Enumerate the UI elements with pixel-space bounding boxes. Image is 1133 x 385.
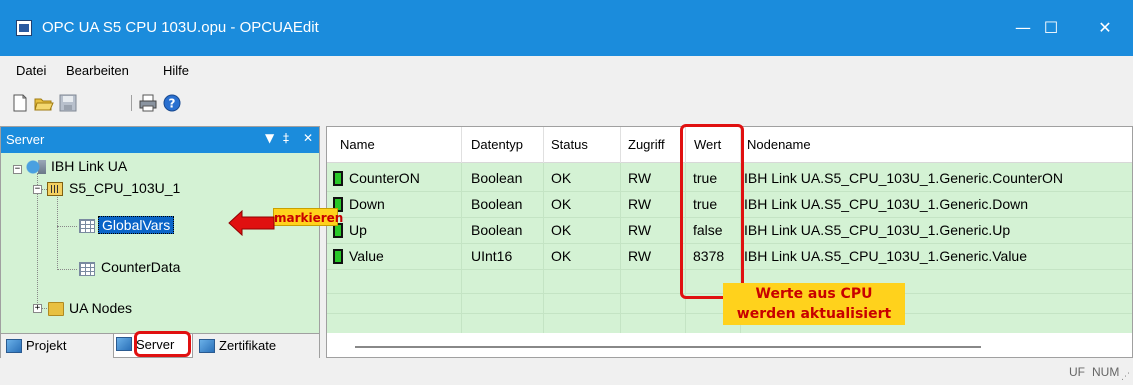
tree-item-s5-cpu[interactable]: S5_CPU_103U_1 [69,178,180,198]
server-pane-header: Server ▼ ‡ ✕ [1,127,319,153]
tree-item-ua-nodes[interactable]: UA Nodes [69,298,132,318]
pin-icon[interactable]: ‡ [283,131,289,145]
cpu-icon [47,182,63,196]
open-icon[interactable] [34,93,54,113]
cell-nodename: IBH Link UA.S5_CPU_103U_1.Generic.Counte… [744,170,1064,186]
collapse-toggle[interactable]: − [33,185,42,194]
tab-label: Zertifikate [219,338,277,353]
new-icon[interactable] [10,93,30,113]
cell-access: RW [628,248,652,264]
tree-line [57,269,77,270]
tree-item-counterdata[interactable]: CounterData [101,257,180,277]
cell-name: Down [349,196,385,212]
title-bar: OPC UA S5 CPU 103U.opu - OPCUAEdit — ☐ ✕ [0,0,1133,56]
expand-toggle[interactable]: + [33,304,42,313]
column-gridline [461,163,462,333]
cell-nodename: IBH Link UA.S5_CPU_103U_1.Generic.Down [744,196,1029,212]
tree-item-ibh-link-ua[interactable]: IBH Link UA [51,156,127,176]
callout-line-1: Werte aus CPU [755,286,873,302]
table-icon [79,219,95,233]
column-header-status[interactable]: Status [551,137,588,152]
cell-type: Boolean [471,196,523,212]
pane-menu-icon[interactable]: ▼ [265,131,274,145]
tree-item-label: GlobalVars [98,216,175,234]
cell-type: UInt16 [471,248,513,264]
column-divider[interactable] [543,127,544,163]
cell-status: OK [551,170,572,186]
variable-icon [333,249,343,264]
status-num: NUM [1092,365,1120,379]
cell-status: OK [551,248,572,264]
tab-projekt[interactable]: Projekt [4,336,66,356]
cell-access: RW [628,170,652,186]
callout-cpu-values: Werte aus CPU werden aktualisiert [723,283,905,325]
server-pane: Server ▼ ‡ ✕ − IBH Link UA − S5_CPU_103U… [0,126,320,358]
server-icon [26,158,46,176]
maximize-button[interactable]: ☐ [1023,0,1079,56]
column-gridline [620,163,621,333]
cell-name: CounterON [349,170,420,186]
column-divider[interactable] [620,127,621,163]
app-icon [16,20,32,36]
project-icon [6,339,22,353]
cell-status: OK [551,196,572,212]
folder-icon [48,302,64,316]
arrow-icon [228,210,275,236]
tree-item-globalvars[interactable]: GlobalVars [98,215,175,235]
callout-markieren: markieren [273,208,343,226]
highlight-server-tab [134,331,191,357]
menu-hilfe[interactable]: Hilfe [163,63,189,78]
table-icon [79,262,95,276]
save-icon[interactable] [58,93,78,113]
svg-text:?: ? [169,97,176,111]
cell-type: Boolean [471,170,523,186]
horizontal-scrollbar[interactable] [355,346,981,348]
server-tree: − IBH Link UA − S5_CPU_103U_1 GlobalVars… [1,153,319,333]
variable-icon [333,171,343,186]
menu-bearbeiten[interactable]: Bearbeiten [66,63,129,78]
tree-line [57,226,77,227]
server-tab-icon [116,337,132,351]
cell-name: Up [349,222,367,238]
cell-access: RW [628,222,652,238]
cell-nodename: IBH Link UA.S5_CPU_103U_1.Generic.Value [744,248,1028,264]
column-divider[interactable] [461,127,462,163]
column-gridline [543,163,544,333]
cell-nodename: IBH Link UA.S5_CPU_103U_1.Generic.Up [744,222,1011,238]
tab-label: Projekt [26,338,67,353]
tab-zertifikate[interactable]: Zertifikate [197,336,276,356]
window-title: OPC UA S5 CPU 103U.opu - OPCUAEdit [42,19,319,36]
cell-status: OK [551,222,572,238]
column-header-name[interactable]: Name [340,137,375,152]
toolbar: ? [0,86,1133,120]
status-bar: UF NUM ⋰ [0,358,1133,385]
highlight-wert-column [680,124,744,299]
help-icon[interactable]: ? [162,93,182,113]
print-icon[interactable] [138,93,158,113]
certificate-icon [199,339,215,353]
cell-access: RW [628,196,652,212]
column-header-datentyp[interactable]: Datentyp [471,137,523,152]
menu-datei[interactable]: Datei [16,63,46,78]
column-header-zugriff[interactable]: Zugriff [628,137,665,152]
cell-type: Boolean [471,222,523,238]
collapse-toggle[interactable]: − [13,165,22,174]
server-pane-title: Server [6,132,45,147]
resize-grip-icon[interactable]: ⋰ [1121,371,1130,382]
toolbar-separator [131,95,132,111]
close-button[interactable]: ✕ [1077,0,1133,56]
pane-close-icon[interactable]: ✕ [303,131,313,145]
status-uf: UF [1069,365,1085,379]
callout-line-2: werden aktualisiert [736,306,892,322]
column-header-nodename[interactable]: Nodename [747,137,811,152]
cell-name: Value [349,248,384,264]
tree-line [57,193,58,270]
menu-bar: Datei Bearbeiten Hilfe [0,56,1133,86]
